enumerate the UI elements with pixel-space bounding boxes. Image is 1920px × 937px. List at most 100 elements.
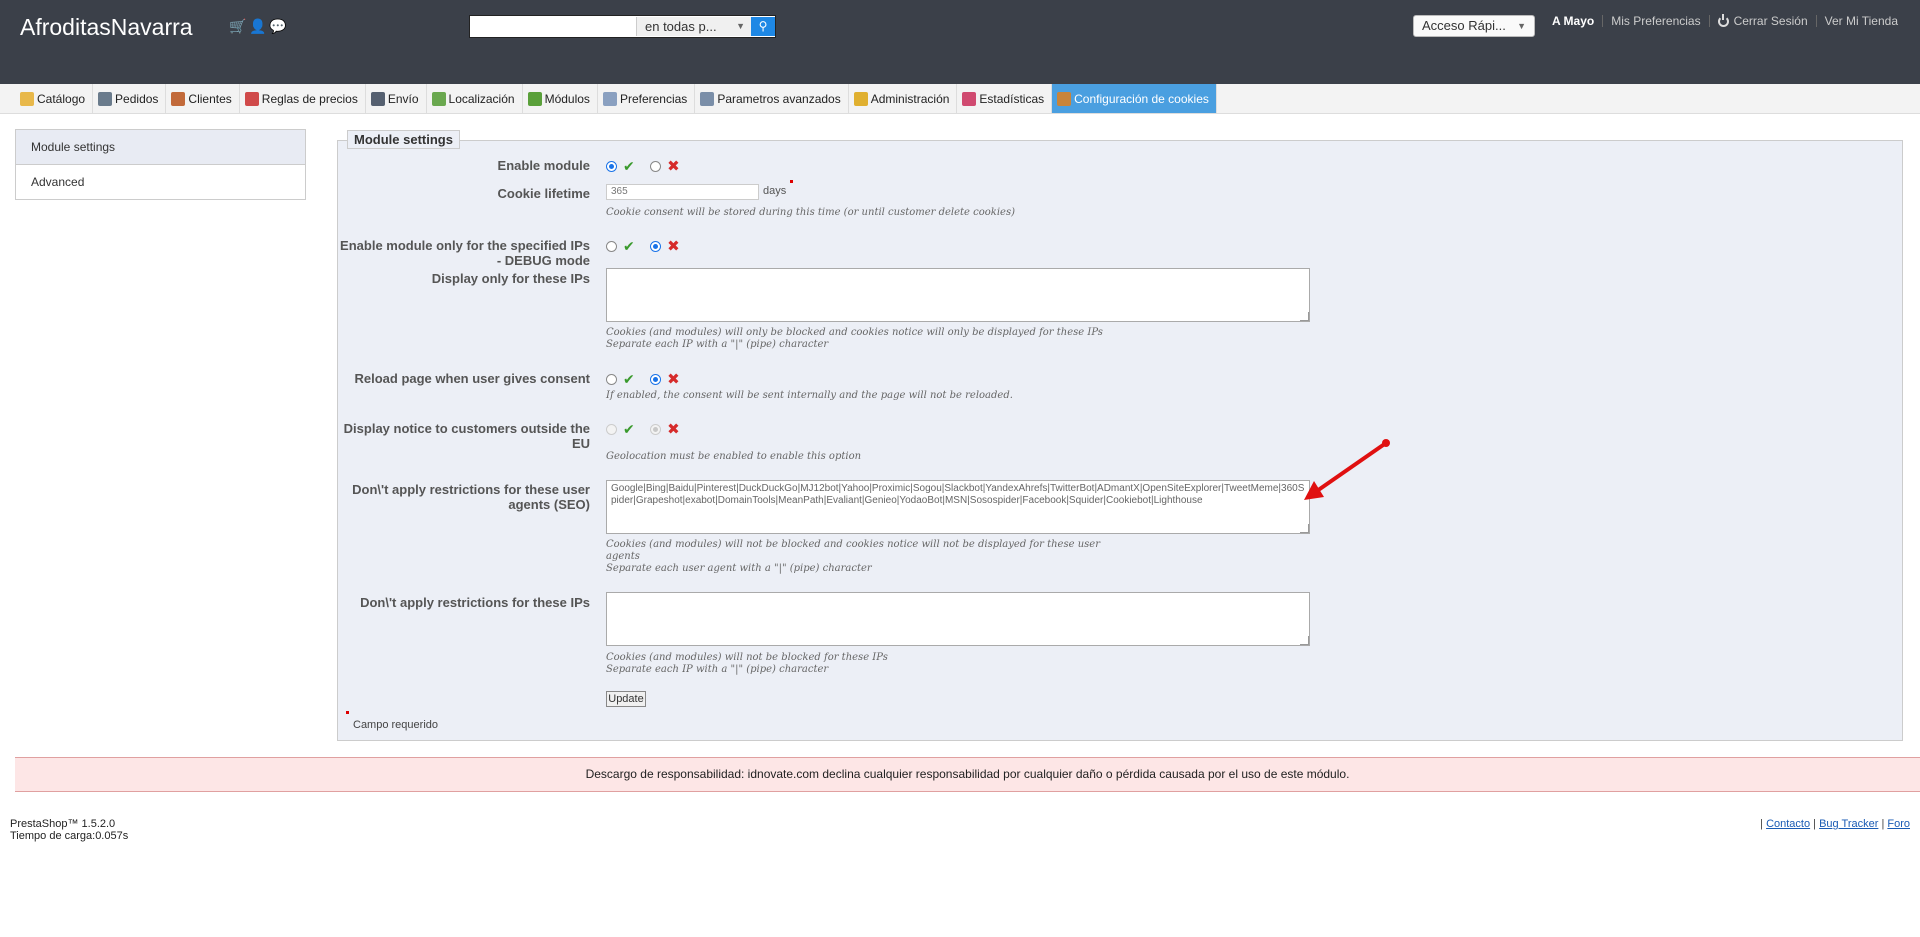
resize-handle[interactable]	[1300, 524, 1309, 533]
new-orders-icon[interactable]: 🛒	[229, 18, 246, 35]
tab-pedidos[interactable]: Pedidos	[93, 84, 167, 113]
ips-hint-separator: Separate each IP with a "|" (pipe) chara…	[606, 664, 829, 675]
user-agents-textarea[interactable]: Google|Bing|Baidu|Pinterest|DuckDuckGo|M…	[606, 480, 1310, 534]
cart-icon	[98, 91, 113, 106]
shop-name[interactable]: AfroditasNavarra	[20, 14, 193, 41]
tab-label: Configuración de cookies	[1074, 91, 1209, 106]
debug-ips-hint-separator: Separate each IP with a "|" (pipe) chara…	[606, 339, 829, 350]
notification-icons: 🛒 👤 💬	[229, 18, 286, 35]
required-mark	[790, 180, 793, 183]
wrench-icon	[700, 91, 715, 106]
resize-handle[interactable]	[1300, 312, 1309, 321]
price-rules-icon	[244, 91, 259, 106]
admin-header: AfroditasNavarra 🛒 👤 💬 en todas p... ▼ ⚲…	[0, 0, 1920, 84]
sidebar-item-advanced[interactable]: Advanced	[16, 165, 305, 199]
outside-eu-label: Display notice to customers outside the …	[343, 421, 590, 451]
outside-eu-radios: ✔ ✖	[606, 420, 680, 438]
search-scope-select[interactable]: en todas p... ▼	[636, 17, 751, 36]
debug-mode-yes-radio[interactable]	[606, 240, 617, 252]
new-customers-icon[interactable]: 👤	[249, 18, 266, 35]
footer-info: PrestaShop™ 1.5.2.0 Tiempo de carga:0.05…	[10, 818, 128, 842]
preferences-link[interactable]: Mis Preferencias	[1603, 14, 1708, 28]
enable-module-no-radio[interactable]	[650, 160, 662, 172]
ips-label: Don\'t apply restrictions for these IPs	[360, 595, 590, 610]
enable-module-label: Enable module	[497, 158, 590, 173]
enable-module-radios: ✔ ✖	[606, 157, 680, 175]
tab-label: Localización	[448, 91, 515, 106]
contact-link[interactable]: Contacto	[1766, 818, 1810, 830]
tab-preferencias[interactable]: Preferencias	[598, 84, 696, 113]
user-agents-hint: Cookies (and modules) will not be blocke…	[606, 539, 1100, 550]
outside-eu-hint: Geolocation must be enabled to enable th…	[606, 451, 862, 462]
tab-label: Parametros avanzados	[717, 91, 841, 106]
cross-icon: ✖	[667, 158, 680, 175]
resize-handle[interactable]	[1300, 636, 1309, 645]
tab-parametros-avanzados[interactable]: Parametros avanzados	[695, 84, 849, 113]
settings-sidebar: Module settings Advanced	[15, 129, 306, 200]
cross-icon: ✖	[667, 238, 680, 255]
forum-link[interactable]: Foro	[1887, 818, 1910, 830]
bug-tracker-link[interactable]: Bug Tracker	[1819, 818, 1878, 830]
debug-ips-textarea[interactable]	[606, 268, 1310, 322]
tab-administracion[interactable]: Administración	[849, 84, 958, 113]
main-menu: Catálogo Pedidos Clientes Reglas de prec…	[0, 84, 1920, 114]
tab-label: Preferencias	[619, 91, 688, 106]
new-messages-icon[interactable]: 💬	[269, 18, 286, 35]
logout-link[interactable]: Cerrar Sesión	[1710, 14, 1816, 28]
update-button[interactable]: Update	[606, 691, 646, 707]
quick-access-select[interactable]: Acceso Rápi... ▼	[1413, 15, 1535, 37]
cookie-lifetime-input[interactable]: 365	[606, 184, 759, 200]
cross-icon: ✖	[667, 371, 680, 388]
debug-mode-no-radio[interactable]	[650, 240, 662, 252]
cookie-lifetime-hint: Cookie consent will be stored during thi…	[606, 207, 1016, 218]
days-unit: days	[763, 185, 787, 197]
tab-envio[interactable]: Envío	[366, 84, 427, 113]
load-time-text: Tiempo de carga:0.057s	[10, 830, 129, 842]
ips-textarea[interactable]	[606, 592, 1310, 646]
tab-label: Estadísticas	[979, 91, 1045, 106]
power-icon	[1717, 14, 1729, 27]
footer-links: | Contacto | Bug Tracker | Foro	[1760, 818, 1910, 830]
panel-legend: Module settings	[347, 130, 460, 149]
tab-catalogo[interactable]: Catálogo	[15, 84, 94, 113]
tab-estadisticas[interactable]: Estadísticas	[957, 84, 1053, 113]
enable-module-yes-radio[interactable]	[606, 160, 617, 172]
tab-label: Reglas de precios	[261, 91, 358, 106]
tab-reglas-de-precios[interactable]: Reglas de precios	[240, 84, 366, 113]
globe-icon	[431, 91, 446, 106]
puzzle-icon	[527, 91, 542, 106]
search-button[interactable]: ⚲	[751, 17, 775, 36]
required-note: Campo requerido	[353, 719, 438, 731]
bar-chart-icon	[962, 91, 977, 106]
preferences-icon	[602, 91, 617, 106]
logout-label: Cerrar Sesión	[1733, 14, 1808, 28]
reload-page-hint: If enabled, the consent will be sent int…	[606, 390, 1013, 401]
search-input[interactable]	[471, 17, 635, 36]
view-store-link[interactable]: Ver Mi Tienda	[1817, 14, 1906, 28]
outside-eu-yes-radio[interactable]	[606, 423, 617, 435]
user-icon	[171, 91, 186, 106]
tab-clientes[interactable]: Clientes	[166, 84, 240, 113]
search-scope-value: en todas p...	[645, 19, 717, 34]
tab-modulos[interactable]: Módulos	[523, 84, 598, 113]
reload-page-label: Reload page when user gives consent	[354, 371, 590, 386]
tab-label: Administración	[870, 91, 950, 106]
outside-eu-no-radio[interactable]	[650, 423, 662, 435]
version-text: PrestaShop™ 1.5.2.0	[10, 818, 116, 830]
reload-page-yes-radio[interactable]	[606, 373, 617, 385]
debug-ips-label: Display only for these IPs	[431, 271, 590, 286]
tab-label: Catálogo	[37, 91, 86, 106]
truck-icon	[370, 91, 385, 106]
tab-localizacion[interactable]: Localización	[427, 84, 523, 113]
sidebar-item-module-settings[interactable]: Module settings	[16, 130, 305, 165]
user-name-link[interactable]: A Mayo	[1544, 14, 1602, 28]
reload-page-no-radio[interactable]	[650, 373, 662, 385]
check-icon: ✔	[623, 420, 635, 437]
ips-hint: Cookies (and modules) will not be blocke…	[606, 652, 888, 663]
user-agents-hint-cont: agents	[606, 551, 640, 562]
user-agents-hint-separator: Separate each user agent with a "|" (pip…	[606, 563, 872, 574]
reload-page-radios: ✔ ✖	[606, 370, 680, 388]
tab-configuracion-de-cookies[interactable]: Configuración de cookies	[1052, 84, 1217, 113]
key-icon	[853, 91, 868, 106]
top-links: A Mayo Mis Preferencias Cerrar Sesión Ve…	[1544, 14, 1906, 28]
